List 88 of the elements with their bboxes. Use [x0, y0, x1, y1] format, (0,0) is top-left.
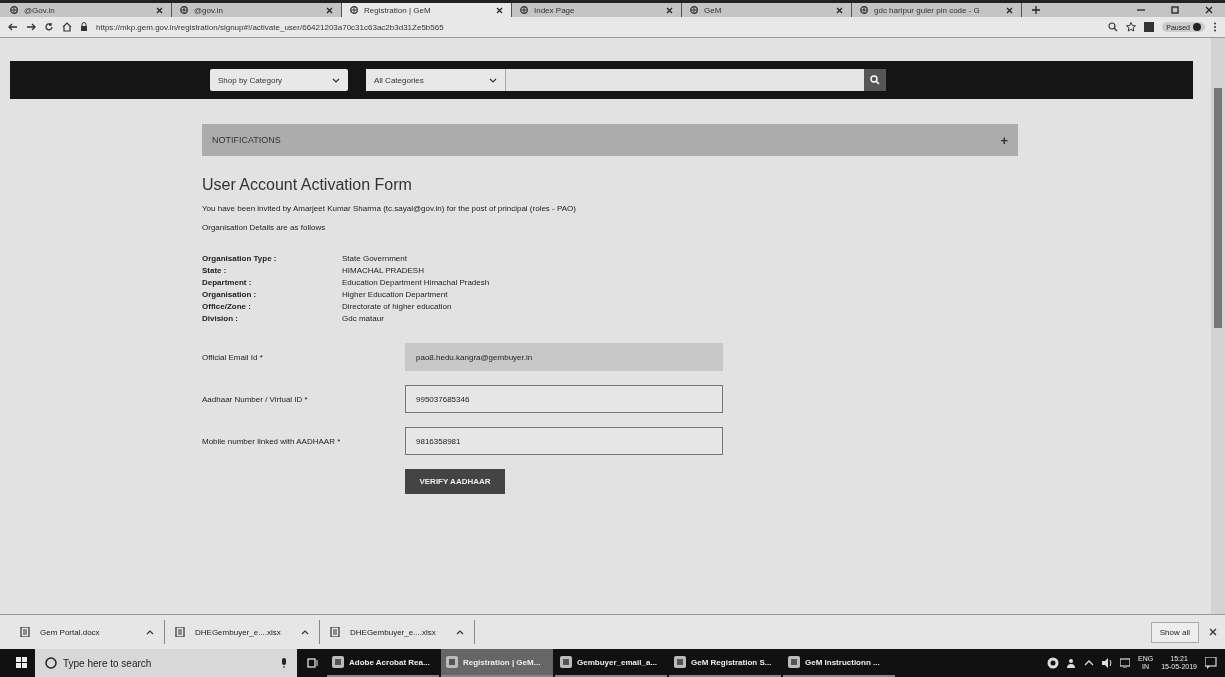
search-field[interactable]: Type here to search	[35, 649, 297, 677]
search-field[interactable]: All Categories	[366, 69, 886, 91]
search-button[interactable]	[864, 69, 886, 91]
field-label: Official Email Id *	[202, 352, 264, 362]
globe-icon	[690, 6, 698, 14]
app-icon	[446, 656, 458, 668]
chevron-icon	[489, 76, 497, 84]
chevron-icon	[332, 76, 340, 84]
close-icon[interactable]	[496, 6, 503, 14]
verify-button[interactable]: VERIFY AADHAAR	[405, 469, 505, 494]
chevron-up-icon	[146, 628, 154, 636]
close-icon[interactable]	[836, 6, 843, 14]
zoom-icon[interactable]	[1108, 22, 1119, 32]
invitation-text: You have been invited by Amarjeet Kumar Sharma (tc.sayal@gov.in) for the post of principal (roles - PAO)	[202, 204, 577, 213]
globe-icon	[860, 6, 868, 14]
menu-icon[interactable]	[1213, 22, 1217, 32]
chevron-up-icon[interactable]	[1084, 659, 1094, 667]
detail-value: Gdc mataur	[342, 314, 385, 323]
download-item[interactable]: DHEGembuyer_e....xlsx	[320, 620, 475, 644]
category-select[interactable]: Shop by Category	[210, 69, 348, 91]
task-view-icon[interactable]	[306, 658, 318, 668]
details-intro: Organisation Details are as follows	[202, 223, 327, 232]
taskbar-app[interactable]: Registration | GeM...	[441, 649, 553, 677]
lock-icon	[80, 22, 88, 32]
browser-tab[interactable]: Registration | GeM	[342, 3, 512, 17]
url-text[interactable]: https://mkp.gem.gov.in/registration/signup#!/activate_user/66421203a70c31c63ac2b3d31Ze5b565	[96, 22, 1101, 32]
close-icon[interactable]	[1006, 6, 1013, 14]
taskbar-app[interactable]: Gembuyer_email_a...	[555, 649, 667, 677]
file-icon	[175, 627, 185, 637]
detail-label: Organisation :	[202, 290, 258, 299]
detail-value: State Government	[342, 254, 408, 263]
notifications-bar[interactable]: NOTIFICATIONS +	[202, 124, 1018, 156]
taskbar-app[interactable]: GeM Instructionn ...	[783, 649, 895, 677]
notification-icon[interactable]	[1205, 657, 1217, 669]
file-icon	[20, 627, 30, 637]
close-icon[interactable]	[1205, 6, 1213, 14]
detail-value: HIMACHAL PRADESH	[342, 266, 425, 275]
chevron-up-icon	[456, 628, 464, 636]
detail-label: Office/Zone :	[202, 302, 252, 311]
forward-icon[interactable]	[26, 22, 36, 32]
form-title: User Account Activation Form	[202, 176, 413, 194]
star-icon[interactable]	[1126, 22, 1137, 32]
windows-icon[interactable]	[16, 657, 27, 668]
download-item[interactable]: Gem Portal.docx	[10, 620, 165, 644]
avatar-icon	[1193, 23, 1201, 31]
speaker-icon[interactable]	[1102, 658, 1112, 668]
minimize-icon[interactable]	[1137, 6, 1145, 14]
detail-value: Higher Education Department	[342, 290, 449, 299]
detail-value: Directorate of higher education	[342, 302, 453, 311]
taskbar-app[interactable]: GeM Registration S...	[669, 649, 781, 677]
home-icon[interactable]	[62, 22, 72, 32]
download-item[interactable]: DHEGembuyer_e....xlsx	[165, 620, 320, 644]
reload-icon[interactable]	[44, 22, 54, 32]
detail-label: State :	[202, 266, 228, 275]
people-icon[interactable]	[1067, 658, 1076, 668]
microphone-icon[interactable]	[281, 658, 287, 668]
close-icon[interactable]	[1209, 628, 1217, 636]
app-icon	[788, 656, 800, 668]
taskbar-app[interactable]: Adobe Acrobat Rea...	[327, 649, 439, 677]
globe-icon	[10, 6, 18, 14]
show-all-button[interactable]: Show all	[1150, 621, 1199, 643]
network-icon[interactable]	[1120, 658, 1130, 668]
file-icon	[330, 627, 340, 637]
app-icon	[332, 656, 344, 668]
search-icon	[45, 657, 57, 669]
detail-label: Division :	[202, 314, 239, 323]
input-field[interactable]: 995037685346	[405, 385, 723, 413]
detail-label: Organisation Type :	[202, 254, 278, 263]
maximize-icon[interactable]	[1171, 6, 1179, 14]
close-icon[interactable]	[326, 6, 333, 14]
new-tab-icon[interactable]	[1032, 6, 1040, 14]
scrollbar-thumb[interactable]	[1214, 88, 1222, 328]
globe-icon	[350, 6, 358, 14]
close-icon[interactable]	[156, 6, 163, 14]
app-icon	[674, 656, 686, 668]
search-icon	[870, 75, 880, 85]
globe-icon	[520, 6, 528, 14]
back-icon[interactable]	[8, 22, 18, 32]
input-field[interactable]: 9816358981	[405, 427, 723, 455]
chevron-up-icon	[301, 628, 309, 636]
detail-value: Education Department Himachal Pradesh	[342, 278, 490, 287]
app-icon	[560, 656, 572, 668]
category-select[interactable]: All Categories	[366, 69, 506, 91]
detail-label: Department :	[202, 278, 253, 287]
field-label: Aadhaar Number / Virtual ID *	[202, 394, 309, 404]
close-icon[interactable]	[666, 6, 673, 14]
globe-icon	[180, 6, 188, 14]
field-label: Mobile number linked with AADHAAR *	[202, 436, 342, 446]
